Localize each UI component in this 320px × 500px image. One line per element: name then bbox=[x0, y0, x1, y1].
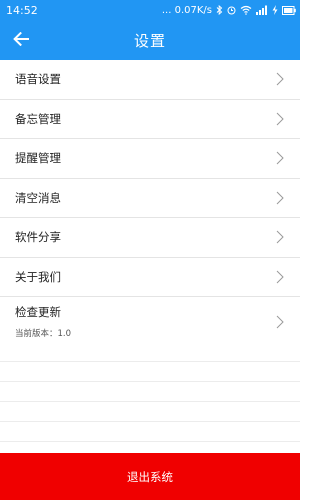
empty-list-area bbox=[0, 342, 300, 453]
settings-item-check-update[interactable]: 检查更新 当前版本：1.0 bbox=[0, 297, 300, 347]
chevron-right-icon bbox=[276, 270, 284, 284]
settings-item-voice[interactable]: 语音设置 bbox=[0, 60, 300, 100]
signal-icon bbox=[256, 5, 268, 15]
settings-item-label: 语音设置 bbox=[15, 72, 61, 87]
settings-item-label: 清空消息 bbox=[15, 190, 61, 205]
page-title: 设置 bbox=[133, 31, 166, 50]
alarm-icon bbox=[227, 5, 236, 15]
settings-item-label: 软件分享 bbox=[15, 230, 61, 245]
settings-item-label: 备忘管理 bbox=[15, 111, 61, 126]
wifi-icon bbox=[240, 5, 252, 15]
chevron-right-icon bbox=[276, 230, 284, 244]
status-indicators: ... 0.07K/s bbox=[162, 5, 296, 16]
bluetooth-icon bbox=[216, 5, 223, 15]
battery-icon bbox=[282, 5, 296, 15]
status-time: 14:52 bbox=[6, 3, 38, 17]
settings-item-clear-messages[interactable]: 清空消息 bbox=[0, 178, 300, 218]
settings-item-reminder[interactable]: 提醒管理 bbox=[0, 139, 300, 179]
logout-button[interactable]: 退出系统 bbox=[0, 453, 300, 500]
current-version-text: 当前版本：1.0 bbox=[15, 329, 72, 339]
chevron-right-icon bbox=[276, 315, 284, 328]
app-bar: 设置 bbox=[0, 20, 300, 60]
network-speed: ... 0.07K/s bbox=[161, 4, 212, 16]
chevron-right-icon bbox=[276, 72, 284, 86]
settings-item-label: 关于我们 bbox=[15, 269, 61, 284]
back-arrow-icon bbox=[13, 31, 29, 50]
settings-item-memo[interactable]: 备忘管理 bbox=[0, 99, 300, 139]
settings-item-label: 提醒管理 bbox=[15, 151, 61, 166]
chevron-right-icon bbox=[276, 191, 284, 205]
status-bar: 14:52 ... 0.07K/s bbox=[0, 0, 300, 20]
chevron-right-icon bbox=[276, 112, 284, 126]
settings-list: 语音设置 备忘管理 提醒管理 清空消息 软件分享 关于我们 检查更新 当前版本：… bbox=[0, 60, 300, 347]
chevron-right-icon bbox=[276, 151, 284, 165]
charging-icon bbox=[272, 5, 278, 15]
settings-item-label: 检查更新 bbox=[15, 305, 61, 319]
settings-item-share[interactable]: 软件分享 bbox=[0, 218, 300, 258]
settings-item-about[interactable]: 关于我们 bbox=[0, 257, 300, 297]
back-button[interactable] bbox=[8, 28, 34, 52]
